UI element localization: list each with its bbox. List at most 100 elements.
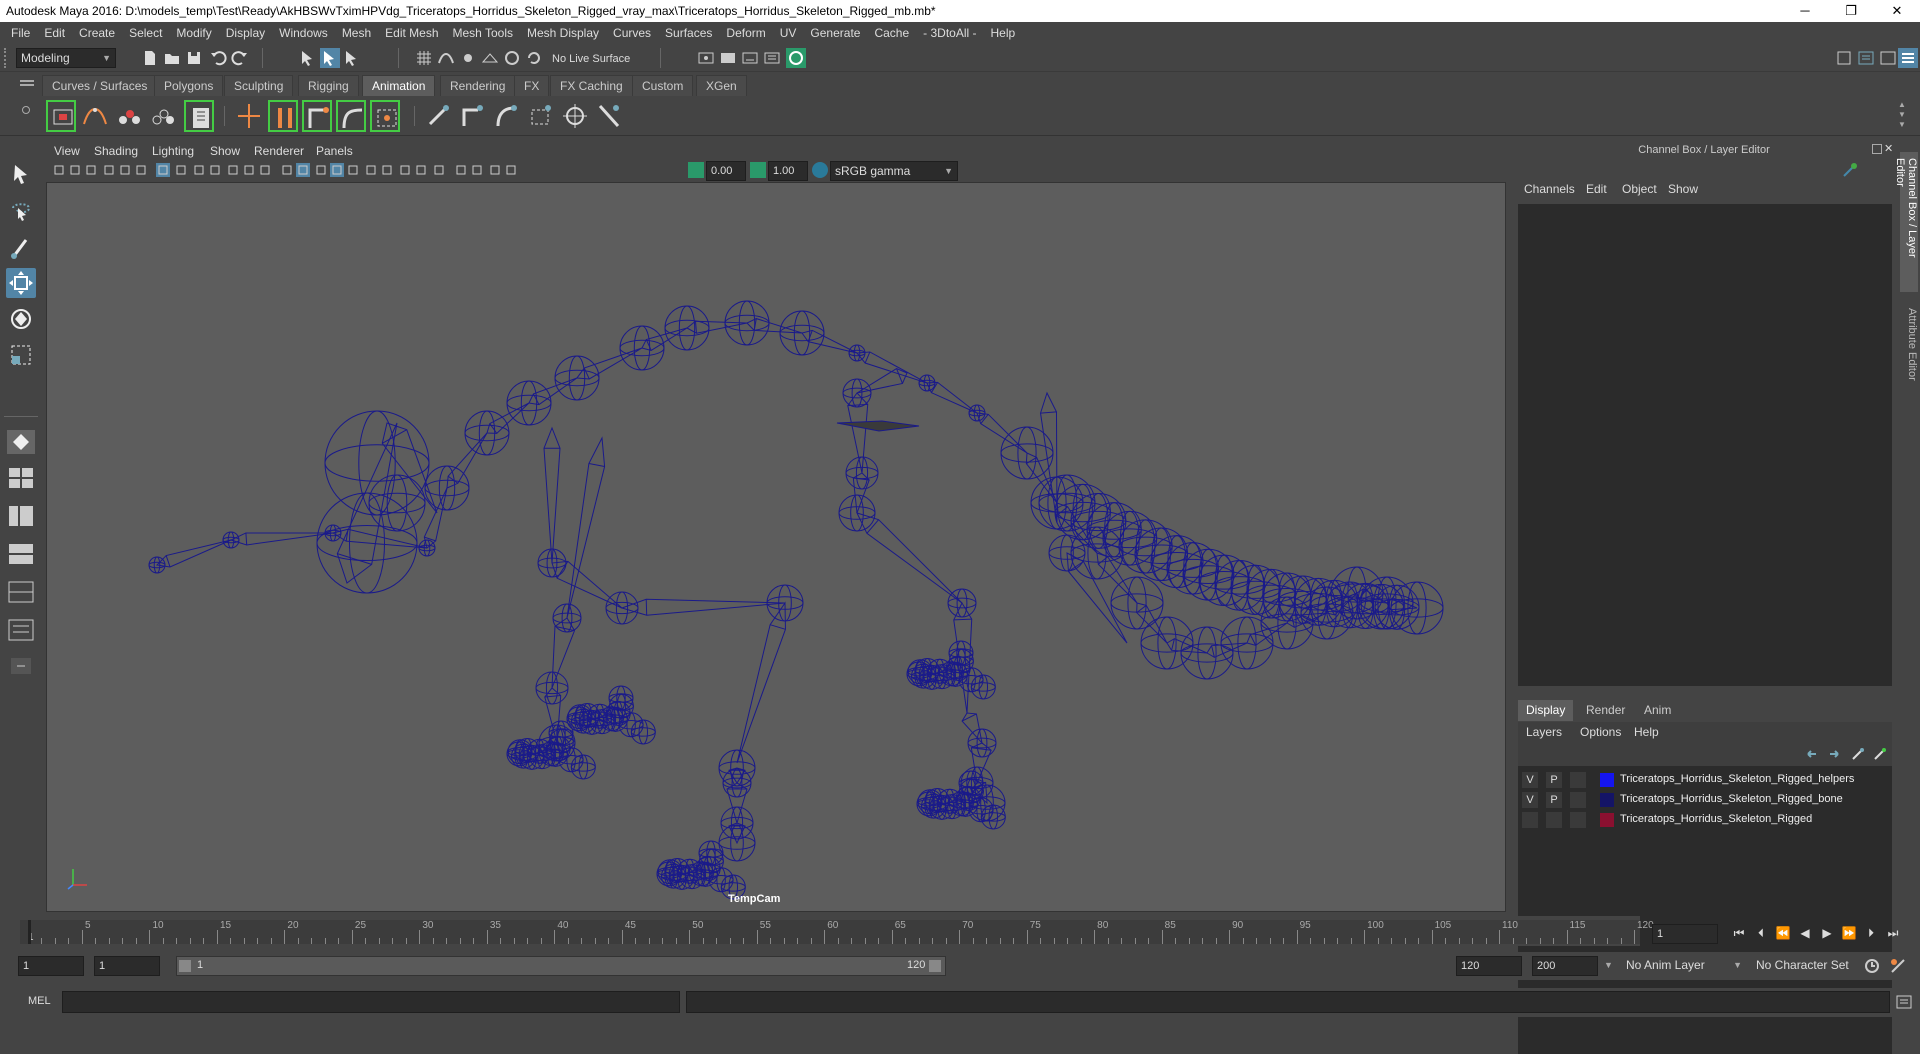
aim-constraint-icon[interactable]	[560, 100, 590, 132]
menu-set-dropdown[interactable]: Modeling▼	[16, 48, 116, 68]
2d-pan-zoom-icon[interactable]	[118, 163, 132, 177]
bone[interactable]	[157, 540, 231, 567]
render-view-icon[interactable]	[762, 48, 782, 68]
textured-icon[interactable]	[380, 163, 394, 177]
viewport-menu-view[interactable]: View	[54, 144, 80, 158]
open-scene-icon[interactable]	[162, 48, 182, 68]
layer-type-toggle[interactable]	[1570, 792, 1586, 808]
single-perspective-layout-icon[interactable]	[7, 430, 35, 454]
go-to-end-icon[interactable]: ⏭	[1884, 924, 1902, 942]
shelf-tab-xgen[interactable]: XGen	[696, 75, 747, 96]
hypershade-layout-icon[interactable]	[7, 580, 35, 604]
pole-vector-icon[interactable]	[594, 100, 624, 132]
menu-edit[interactable]: Edit	[37, 22, 72, 44]
lasso-tool-icon[interactable]	[6, 196, 36, 226]
channel-box-menu-edit[interactable]: Edit	[1586, 182, 1607, 196]
character-set-dropdown[interactable]: No Character Set	[1752, 956, 1864, 976]
bind-skin-icon[interactable]	[336, 100, 366, 132]
select-camera-icon[interactable]	[52, 163, 66, 177]
menu-curves[interactable]: Curves	[606, 22, 658, 44]
ipr-render-icon[interactable]	[740, 48, 760, 68]
menu-3dtoall[interactable]: - 3DtoAll -	[916, 22, 983, 44]
menu-create[interactable]: Create	[72, 22, 122, 44]
bone-edge[interactable]	[448, 476, 458, 483]
menu-edit-mesh[interactable]: Edit Mesh	[378, 22, 445, 44]
xray-active-icon[interactable]	[488, 163, 502, 177]
auto-key-icon[interactable]	[1862, 956, 1882, 976]
play-backward-icon[interactable]: ◀	[1796, 924, 1814, 942]
point-constraint-icon[interactable]	[492, 100, 522, 132]
viewport-menu-panels[interactable]: Panels	[316, 144, 353, 158]
paint-select-tool-icon[interactable]	[6, 232, 36, 262]
joint[interactable]	[1215, 561, 1265, 611]
custom-layout-icon[interactable]	[7, 654, 35, 678]
save-scene-icon[interactable]	[184, 48, 204, 68]
range-start-handle[interactable]	[179, 960, 191, 972]
layer-visibility-toggle[interactable]: V	[1522, 792, 1538, 808]
animation-preferences-icon[interactable]	[1888, 956, 1908, 976]
bone-edge[interactable]	[337, 554, 371, 565]
viewport-menu-renderer[interactable]: Renderer	[254, 144, 304, 158]
layer-menu-layers[interactable]: Layers	[1526, 725, 1562, 739]
layer-tab-display[interactable]: Display	[1518, 700, 1573, 721]
shelf-tab-animation[interactable]: Animation	[362, 75, 435, 96]
layer-tab-render[interactable]: Render	[1578, 700, 1633, 721]
animation-start-field[interactable]: 1	[18, 956, 84, 976]
step-forward-icon[interactable]: ⏵	[1862, 924, 1880, 942]
joint-ring[interactable]	[1183, 566, 1234, 584]
color-space-dropdown[interactable]: sRGB gamma▼	[830, 161, 958, 181]
make-live-icon[interactable]	[502, 48, 522, 68]
bone-edge[interactable]	[557, 561, 568, 578]
set-key-icon[interactable]	[46, 100, 76, 132]
camera-attributes-icon[interactable]	[68, 163, 82, 177]
menu-file[interactable]: File	[4, 22, 37, 44]
ghost-icon[interactable]	[114, 100, 144, 132]
bone-edge[interactable]	[382, 430, 406, 444]
select-by-object-icon[interactable]	[320, 48, 340, 68]
new-layer-icon[interactable]	[1850, 746, 1866, 762]
layer-type-toggle[interactable]	[1570, 812, 1586, 828]
layer-playback-toggle[interactable]: P	[1546, 792, 1562, 808]
playback-start-field[interactable]: 1	[94, 956, 160, 976]
attribute-editor-toggle-icon[interactable]	[1856, 48, 1876, 68]
bone[interactable]	[802, 330, 857, 353]
bone-edge[interactable]	[954, 619, 972, 620]
layer-color-swatch[interactable]	[1600, 773, 1614, 787]
layer-menu-options[interactable]: Options	[1580, 725, 1621, 739]
use-all-lights-icon[interactable]	[346, 163, 360, 177]
shelf-tab-rendering[interactable]: Rendering	[440, 75, 515, 96]
attribute-editor-side-tab[interactable]: Attribute Editor	[1900, 302, 1918, 402]
menu-uv[interactable]: UV	[773, 22, 804, 44]
shelf-gear-icon[interactable]	[22, 106, 30, 114]
tool-settings-toggle-icon[interactable]	[1878, 48, 1898, 68]
gate-mask-icon[interactable]	[208, 163, 222, 177]
script-editor-icon[interactable]	[1894, 992, 1914, 1012]
shelf-tab-fx[interactable]: FX	[514, 75, 549, 96]
restore-button[interactable]: ❐	[1828, 0, 1874, 22]
go-to-start-icon[interactable]: ⏮	[1730, 924, 1748, 942]
viewport-menu-shading[interactable]: Shading	[94, 144, 138, 158]
bone[interactable]	[424, 488, 447, 548]
step-back-icon[interactable]: ⏴	[1752, 924, 1770, 942]
shelf-tab-sculpting[interactable]: Sculpting	[224, 75, 293, 96]
modeling-toolkit-icon[interactable]	[1834, 48, 1854, 68]
channel-box-side-tab[interactable]: Channel Box / Layer Editor	[1900, 152, 1918, 292]
layer-playback-toggle[interactable]	[1546, 812, 1562, 828]
menu-generate[interactable]: Generate	[803, 22, 867, 44]
animation-end-field[interactable]: 200	[1532, 956, 1598, 976]
new-layer-selected-icon[interactable]	[1872, 746, 1888, 762]
time-slider-track[interactable]: 5101520253035404550556065707580859095100…	[20, 920, 1640, 944]
menu-surfaces[interactable]: Surfaces	[658, 22, 719, 44]
layer-row[interactable]: Triceratops_Horridus_Skeleton_Rigged	[1518, 810, 1892, 830]
undo-icon[interactable]	[208, 48, 228, 68]
layer-visibility-toggle[interactable]: V	[1522, 772, 1538, 788]
shelf-tab-fx-caching[interactable]: FX Caching	[550, 75, 633, 96]
scale-tool-icon[interactable]	[6, 340, 36, 370]
layer-type-toggle[interactable]	[1570, 772, 1586, 788]
layer-menu-help[interactable]: Help	[1634, 725, 1659, 739]
command-input[interactable]	[62, 991, 680, 1013]
layer-color-swatch[interactable]	[1600, 813, 1614, 827]
skeleton-wireframe[interactable]	[47, 183, 1505, 911]
hypershade-icon[interactable]	[786, 48, 806, 68]
layer-row[interactable]: V P Triceratops_Horridus_Skeleton_Rigged…	[1518, 770, 1892, 790]
